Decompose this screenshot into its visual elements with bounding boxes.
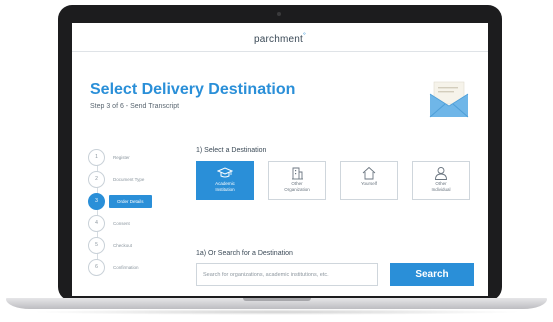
destination-yourself[interactable]: Yourself (340, 161, 398, 200)
step-label: Order Details (109, 194, 152, 208)
graduation-cap-icon (217, 167, 233, 178)
step-label: Checkout (113, 242, 133, 248)
destination-section-label: 1) Select a Destination (196, 147, 267, 154)
step-number: 3 (88, 192, 105, 210)
destination-label: Institution (215, 186, 235, 192)
step-number: 6 (88, 258, 105, 276)
page-subtitle: Step 3 of 6 - Send Transcript (90, 103, 180, 110)
destination-label: Yourself (360, 181, 378, 186)
step-label: Register (113, 154, 130, 160)
destination-label: Individual (431, 186, 451, 192)
step-number: 4 (88, 214, 105, 232)
step-number: 2 (88, 170, 105, 188)
top-bar: parchment° (72, 23, 488, 52)
step-label: Consent (113, 220, 130, 226)
destination-other-individual[interactable]: Other Individual (412, 161, 470, 200)
destination-label: Organization (284, 186, 310, 192)
search-section-label: 1a) Or Search for a Destination (196, 250, 293, 257)
laptop-base-notch (243, 298, 311, 301)
search-button[interactable]: Search (390, 263, 474, 286)
destination-academic-institution[interactable]: Academic Institution (196, 161, 254, 200)
laptop-shadow (30, 309, 523, 315)
step-label: Document Type (113, 176, 145, 182)
webcam-icon (277, 12, 281, 16)
step-number: 5 (88, 236, 105, 254)
person-icon (435, 167, 447, 180)
laptop-screen: parchment° Select Delivery Destination S… (72, 23, 488, 296)
logo-mark: ° (303, 33, 307, 40)
laptop-base (6, 298, 547, 309)
step-checkout[interactable]: 5 Checkout (88, 235, 178, 255)
step-consent[interactable]: 4 Consent (88, 213, 178, 233)
step-register[interactable]: 1 Register (88, 147, 178, 167)
envelope-icon (426, 75, 472, 121)
page-title: Select Delivery Destination (90, 81, 296, 98)
parchment-logo[interactable]: parchment° (254, 33, 307, 45)
step-number: 1 (88, 148, 105, 166)
step-document-type[interactable]: 2 Document Type (88, 169, 178, 189)
laptop-lid: parchment° Select Delivery Destination S… (58, 5, 502, 301)
step-label: Confirmation (113, 264, 139, 270)
destination-search-input[interactable] (196, 263, 378, 286)
step-confirmation[interactable]: 6 Confirmation (88, 257, 178, 277)
home-icon (362, 166, 376, 180)
step-order-details[interactable]: 3 Order Details (88, 191, 178, 211)
building-icon (292, 167, 303, 180)
destination-other-organization[interactable]: Other Organization (268, 161, 326, 200)
